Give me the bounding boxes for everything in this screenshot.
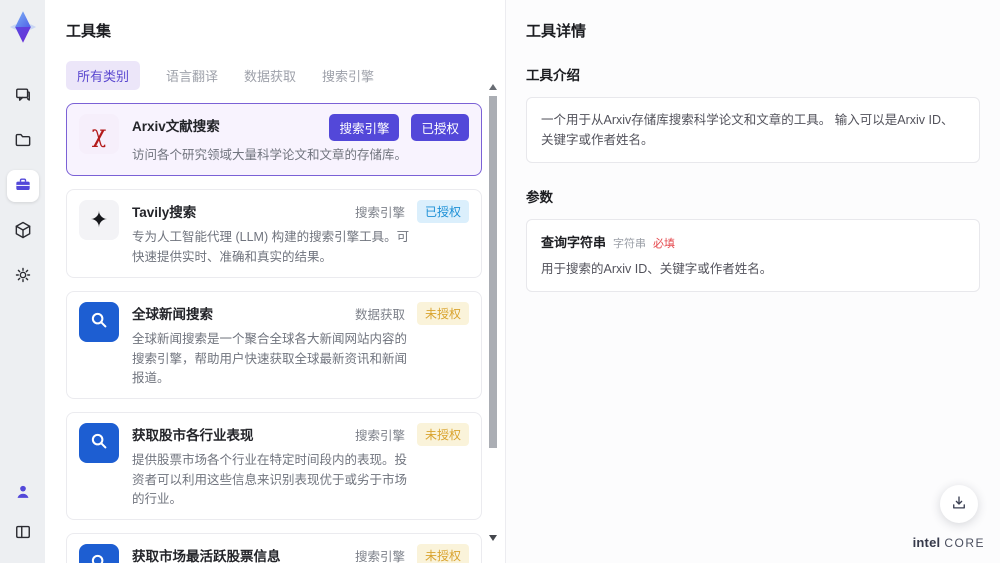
tool-name: 全球新闻搜索 [132, 307, 213, 323]
sidebar-item-user[interactable] [7, 477, 39, 509]
tab-所有类别[interactable]: 所有类别 [66, 61, 141, 90]
settings-icon [13, 265, 33, 288]
scrollbar-thumb[interactable] [489, 96, 497, 448]
tab-语言翻译[interactable]: 语言翻译 [166, 61, 218, 90]
category-tabs: 所有类别 语言翻译 数据获取 搜索引擎 [66, 61, 505, 90]
chat-icon [13, 85, 33, 108]
tool-icon-tile [79, 544, 119, 563]
arxiv-icon: χ [91, 120, 107, 148]
scroll-down-arrow-icon[interactable] [489, 535, 497, 541]
tool-description: 专为人工智能代理 (LLM) 构建的搜索引擎工具。可快速提供实时、准确和真实的结… [132, 230, 410, 264]
status-badge: 未授权 [416, 302, 469, 326]
param-box: 查询字符串 字符串 必填 用于搜索的Arxiv ID、关键字或作者姓名。 [526, 219, 980, 292]
tool-card[interactable]: 全球新闻搜索 数据获取 未授权 全球新闻搜索是一个聚合全球各大新闻网站内容的搜索… [66, 291, 482, 400]
tool-description: 提供股票市场各个行业在特定时间段内的表现。投资者可以利用这些信息来识别表现优于或… [132, 453, 408, 506]
sidebar-item-panel[interactable] [7, 517, 39, 549]
tool-name: 获取市场最活跃股票信息 [132, 549, 281, 563]
sparkle-icon: ✦ [89, 207, 109, 233]
user-icon [13, 482, 33, 505]
detail-title: 工具详情 [526, 23, 587, 40]
category-badge: 搜索引擎 [329, 114, 400, 141]
news-search-icon [88, 309, 110, 336]
param-required-badge: 必填 [653, 238, 676, 250]
category-badge: 搜索引擎 [354, 206, 405, 221]
tool-card[interactable]: ✦ Tavily搜索 搜索引擎 已授权 专为人工智能代理 (LLM) 构建的搜索… [66, 189, 482, 279]
intro-box: 一个用于从Arxiv存储库搜索科学论文和文章的工具。 输入可以是Arxiv ID… [526, 97, 980, 163]
download-button[interactable] [940, 485, 978, 523]
tool-card[interactable]: 获取股市各行业表现 搜索引擎 未授权 提供股票市场各个行业在特定时间段内的表现。… [66, 412, 482, 521]
sidebar [0, 0, 45, 563]
sidebar-item-folder[interactable] [7, 125, 39, 157]
tab-搜索引擎[interactable]: 搜索引擎 [322, 61, 374, 90]
tool-icon-tile: χ [79, 114, 119, 154]
sidebar-item-package[interactable] [7, 215, 39, 247]
sidebar-item-toolbox[interactable] [6, 170, 39, 202]
tool-icon-tile: ✦ [79, 200, 119, 241]
scrollbar[interactable] [489, 84, 498, 547]
tool-name: Arxiv文献搜索 [132, 119, 220, 134]
intro-text: 一个用于从Arxiv存储库搜索科学论文和文章的工具。 输入可以是Arxiv ID… [541, 113, 954, 147]
app-window: 工具集 所有类别 语言翻译 数据获取 搜索引擎 χ Arxiv文献搜索 搜索引擎 已授… [0, 0, 1000, 563]
page-title: 工具集 [66, 23, 112, 40]
category-badge: 搜索引擎 [354, 429, 405, 444]
app-logo [6, 8, 40, 46]
sidebar-bottom [7, 477, 39, 549]
tool-description: 访问各个研究领域大量科学论文和文章的存储库。 [132, 148, 408, 162]
tool-icon-tile [79, 302, 119, 343]
package-icon [13, 220, 33, 243]
tab-数据获取[interactable]: 数据获取 [244, 61, 296, 90]
panel-icon [13, 522, 33, 545]
tool-name: Tavily搜索 [132, 205, 197, 221]
intel-core-logo: intel CORE [912, 535, 985, 550]
tool-list-panel: 工具集 所有类别 语言翻译 数据获取 搜索引擎 χ Arxiv文献搜索 搜索引擎 已授… [45, 0, 505, 563]
download-icon [950, 494, 968, 515]
folder-icon [13, 130, 33, 153]
params-heading: 参数 [526, 190, 553, 205]
status-badge: 已授权 [416, 200, 469, 224]
scroll-up-arrow-icon[interactable] [489, 84, 497, 90]
status-badge: 未授权 [416, 423, 469, 447]
tool-description: 全球新闻搜索是一个聚合全球各大新闻网站内容的搜索引擎，帮助用户快速获取全球最新资… [132, 332, 408, 385]
tool-card-list: χ Arxiv文献搜索 搜索引擎 已授权 访问各个研究领域大量科学论文和文章的存… [66, 103, 482, 563]
sidebar-item-settings[interactable] [7, 260, 39, 292]
tool-card[interactable]: 获取市场最活跃股票信息 搜索引擎 未授权 提供当天交易量最高的股票列表，投资者可… [66, 533, 482, 563]
param-name: 查询字符串 [541, 235, 607, 250]
status-badge: 已授权 [411, 114, 469, 141]
status-badge: 未授权 [416, 544, 469, 563]
tool-card[interactable]: χ Arxiv文献搜索 搜索引擎 已授权 访问各个研究领域大量科学论文和文章的存… [66, 103, 482, 177]
category-badge: 数据获取 [354, 308, 405, 323]
sidebar-nav [6, 80, 39, 292]
param-description: 用于搜索的Arxiv ID、关键字或作者姓名。 [541, 262, 773, 276]
tool-detail-panel: 工具详情 工具介绍 一个用于从Arxiv存储库搜索科学论文和文章的工具。 输入可… [505, 0, 1000, 563]
stock-search-icon [88, 430, 110, 457]
category-badge: 搜索引擎 [354, 550, 405, 563]
tool-icon-tile [79, 423, 119, 464]
intro-heading: 工具介绍 [526, 68, 580, 83]
param-type: 字符串 [613, 238, 647, 250]
stock-search-icon [88, 551, 110, 563]
tool-name: 获取股市各行业表现 [132, 428, 254, 444]
sidebar-item-chat[interactable] [7, 80, 39, 112]
toolbox-icon [13, 175, 33, 198]
